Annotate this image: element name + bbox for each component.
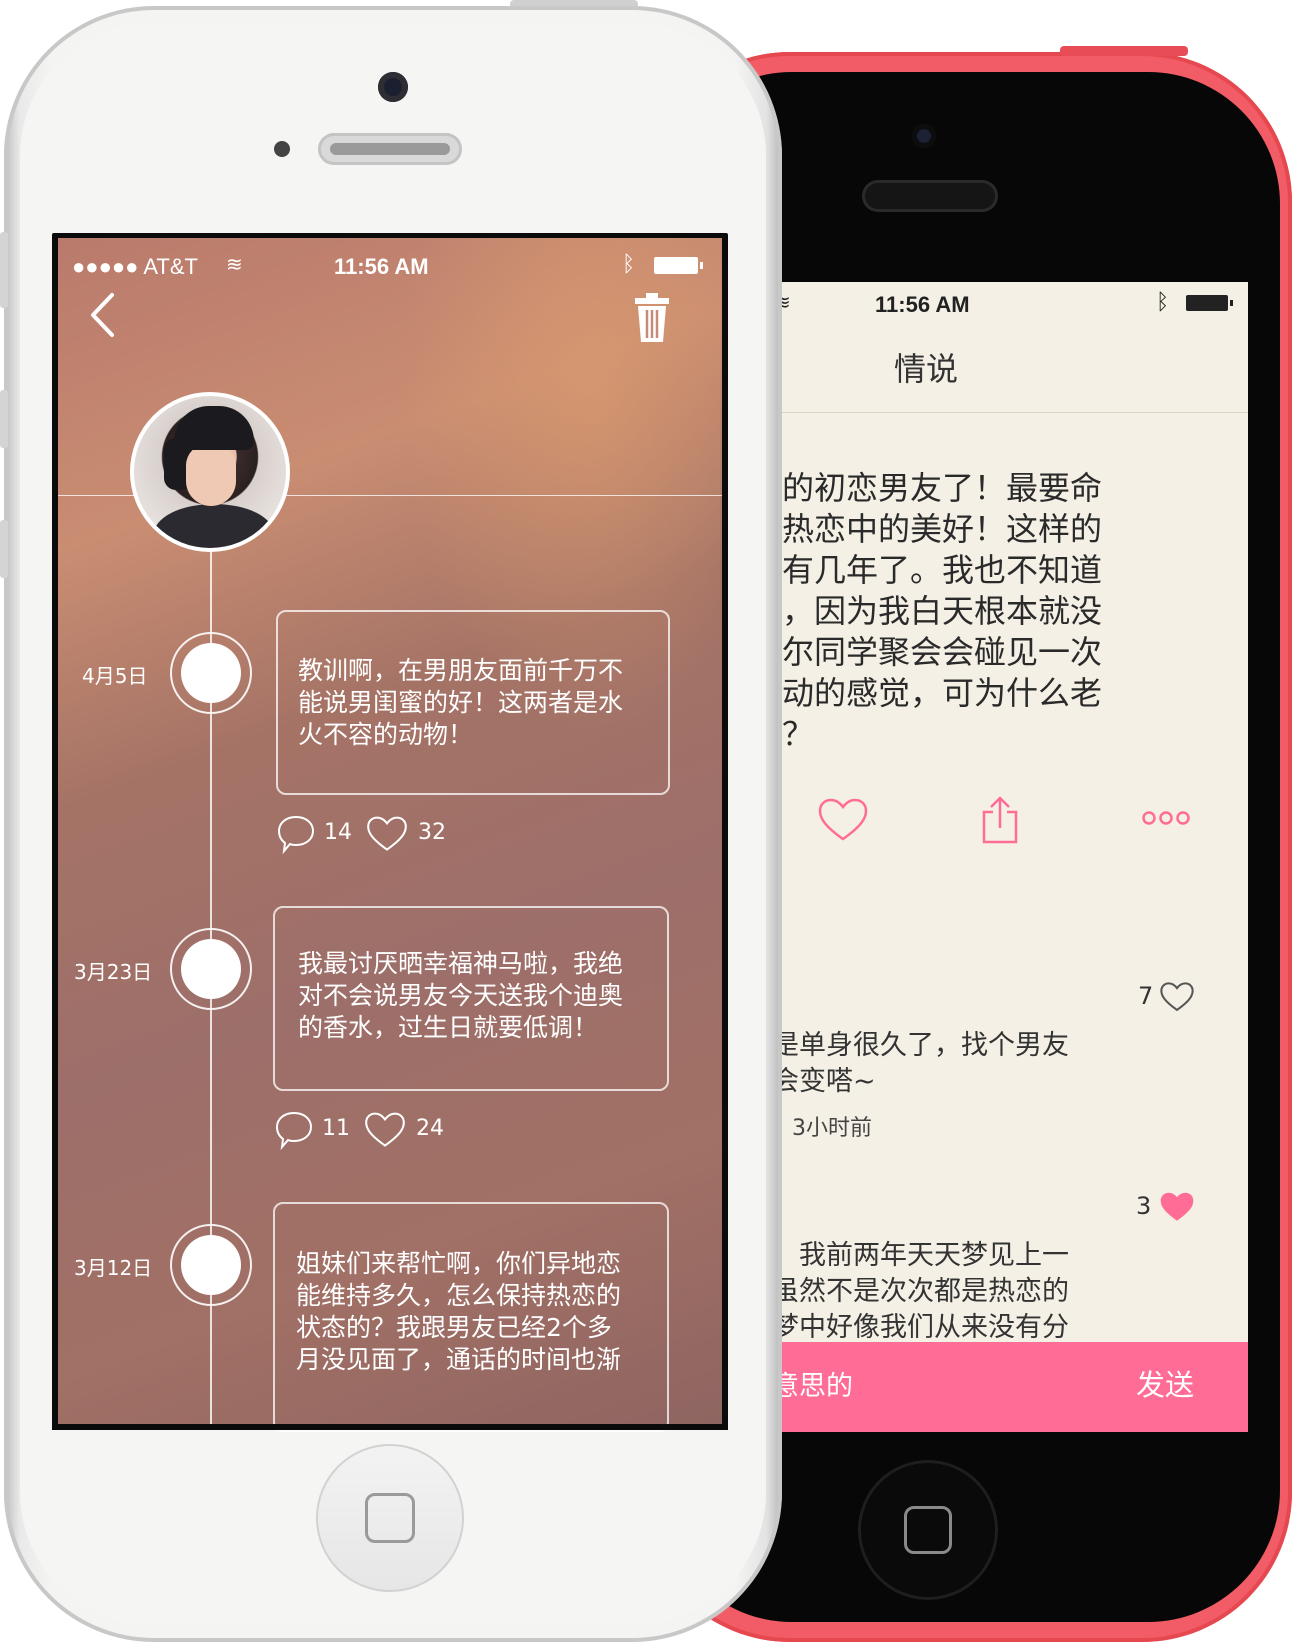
trash-icon[interactable] (634, 292, 670, 344)
post-text: 姐妹们来帮忙啊，你们异地恋 能维持多久，怎么保持热恋的 状态的？我跟男友已经2个多月… (296, 1248, 621, 1424)
wifi-icon: ≋ (226, 252, 243, 276)
post-line: 能维持多久，怎么保持热恋的 (296, 1281, 622, 1310)
battery-icon (654, 257, 703, 274)
speech-bubble-icon[interactable] (274, 1110, 314, 1150)
status-time: 11:56 AM (875, 292, 970, 317)
comment-time: 3小时前 (792, 1116, 872, 1141)
page-title: 情说 (894, 350, 959, 388)
post-line: 的香水，过生日就要低调！ (298, 1013, 599, 1042)
post-text: 教训啊，在男朋友面前千万不 能说男闺蜜的好！这两者是水 火不容的动物！ (298, 655, 623, 751)
timeline-node[interactable] (170, 928, 252, 1010)
article-line: 有心动的感觉，可为什么老 (718, 674, 1103, 712)
post-line: 能说男闺蜜的好！这两者是水 (298, 688, 624, 717)
speech-bubble-icon[interactable] (276, 814, 316, 854)
post-date: 3月23日 (74, 960, 153, 984)
comment-line: 体会，我前两年天天梦见上一 (718, 1240, 1069, 1271)
heart-icon[interactable] (1160, 982, 1194, 1012)
front-phone-camera (378, 72, 408, 102)
front-phone-speaker (318, 133, 462, 165)
post-line: 状态的？我跟男友已经2个多 (296, 1313, 612, 1342)
timeline-node[interactable] (170, 632, 252, 714)
comment-line: 友，虽然不是次次都是热恋的 (718, 1276, 1069, 1307)
heart-filled-icon[interactable] (1160, 1192, 1194, 1222)
screen-bottom-bezel (52, 1424, 728, 1430)
heart-icon (191, 656, 231, 689)
post-line: 我最讨厌晒幸福神马啦，我绝 (298, 949, 624, 978)
back-phone-speaker (862, 180, 998, 212)
comment-line: ，但梦中好像我们从来没有分 (718, 1312, 1069, 1338)
front-phone-volume-up (0, 390, 8, 448)
header-divider (714, 412, 1248, 413)
heart-icon[interactable] (364, 1112, 406, 1148)
carrier-label: ●●●●● AT&T (72, 254, 198, 279)
back-phone-camera (912, 124, 936, 148)
bluetooth-icon: ᛒ (1156, 290, 1170, 315)
comment-count: 11 (322, 1116, 350, 1141)
post-date: 3月12日 (74, 1256, 153, 1280)
post-date: 4月5日 (82, 664, 148, 688)
comment-text: 体会，我前两年天天梦见上一 友，虽然不是次次都是热恋的 ，但梦中好像我们从来没有分 (718, 1238, 1218, 1338)
comment-input[interactable]: 意思的 (772, 1364, 853, 1403)
front-phone-mute-switch (0, 232, 8, 308)
front-phone-volume-down (0, 520, 8, 578)
like-count: 32 (418, 820, 446, 845)
article-line: 续已有几年了。我也不知道 (718, 551, 1103, 589)
post-text: 我最讨厌晒幸福神马啦，我绝 对不会说男友今天送我个迪奥 的香水，过生日就要低调！ (298, 948, 623, 1044)
post-line: 教训啊，在男朋友面前千万不 (298, 656, 624, 685)
front-phone-home-square (365, 1493, 415, 1543)
comment-count: 14 (324, 820, 352, 845)
avatar[interactable] (130, 392, 290, 552)
back-phone-power-button (1060, 46, 1188, 56)
post-line: 姐妹们来帮忙啊，你们异地恋 (296, 1249, 622, 1278)
comment-like-count: 3 (1136, 1192, 1152, 1220)
more-dots-icon[interactable] (1142, 810, 1190, 826)
timeline-node[interactable] (170, 1224, 252, 1306)
article-line: 这样，因为我白天根本就没 (718, 592, 1103, 630)
share-icon[interactable] (982, 796, 1018, 844)
back-phone-home-square (904, 1506, 952, 1554)
article-line: 都是热恋中的美好！这样的 (718, 510, 1103, 548)
battery-icon (1186, 295, 1233, 311)
comment-like-count: 7 (1138, 982, 1154, 1010)
article-line: ，偶尔同学聚会会碰见一次 (718, 633, 1103, 671)
heart-icon (191, 952, 231, 985)
heart-icon (191, 1248, 231, 1281)
heart-icon[interactable] (818, 798, 868, 842)
send-button[interactable]: 发送 (1136, 1362, 1194, 1404)
post-line: 火不容的动物！ (298, 720, 474, 749)
article-line: 见我的初恋男友了！最要命 (718, 469, 1103, 507)
chevron-left-icon[interactable] (88, 292, 116, 338)
heart-icon[interactable] (366, 816, 408, 852)
bluetooth-icon: ᛒ (622, 252, 636, 277)
post-line: 月没见面了，通话的时间也渐 (296, 1345, 622, 1374)
article-line: 他呢？ (718, 714, 1248, 755)
post-line: 对不会说男友今天送我个迪奥 (298, 981, 624, 1010)
like-count: 24 (416, 1116, 444, 1141)
front-phone-sensor (274, 141, 290, 157)
status-time: 11:56 AM (334, 254, 429, 279)
article-body: 见我的初恋男友了！最要命 都是热恋中的美好！这样的 续已有几年了。我也不知道 这样，因… (718, 468, 1248, 755)
